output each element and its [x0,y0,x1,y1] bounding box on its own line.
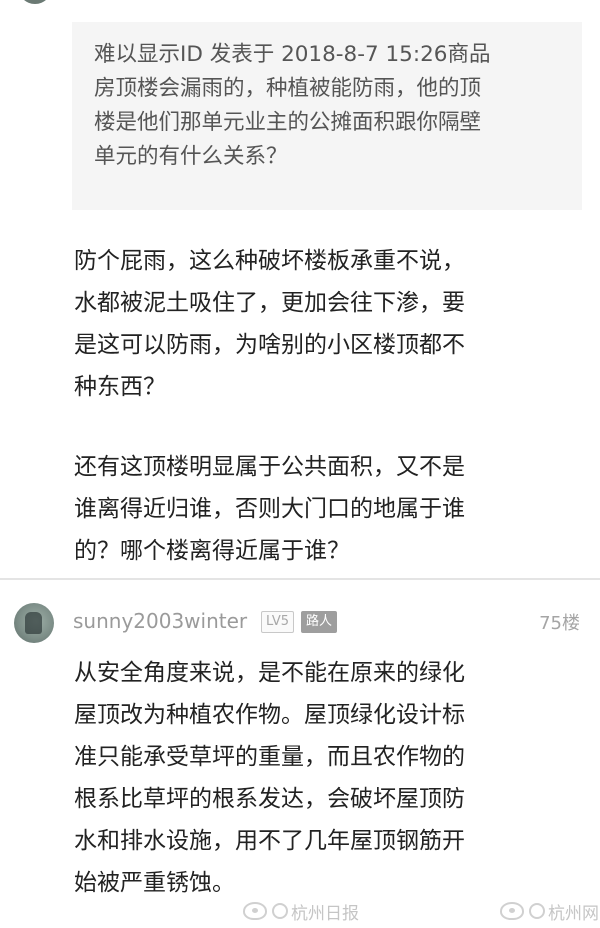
level-badge: LV5 [261,611,294,633]
reply-line: 还有这顶楼明显属于公共面积，又不是 [74,454,465,480]
post-line: 水和排水设施，用不了几年屋顶钢筋开 [74,828,465,854]
post-line: 屋顶改为种植农作物。屋顶绿化设计标 [74,702,465,728]
post-line: 从安全角度来说，是不能在原来的绿化 [74,660,465,686]
quoted-comment: 难以显示ID 发表于 2018-8-7 15:26商品 房顶楼会漏雨的，种植被能… [72,22,582,210]
reply-line: 种东西？ [74,374,166,400]
post-line: 准只能承受草坪的重量，而且农作物的 [74,744,465,770]
watermark-left: 杭州日报 [243,898,359,924]
watermark-text: 杭州日报 [291,903,359,924]
watermark-text: 杭州网 [548,903,599,924]
previous-post-avatar[interactable] [18,0,52,4]
weibo-icon [500,902,524,920]
avatar[interactable] [14,603,54,643]
quote-line: 难以显示ID 发表于 2018-8-7 15:26商品 [94,42,491,67]
avatar-figure [25,612,42,634]
quote-line: 房顶楼会漏雨的，种植被能防雨，他的顶 [94,76,482,101]
reply-line: 谁离得近归谁，否则大门口的地属于谁 [74,496,465,522]
post-line: 根系比草坪的根系发达，会破坏屋顶防 [74,786,465,812]
watermark-right: 杭州网 [500,898,599,924]
reply-line: 防个屁雨，这么种破坏楼板承重不说， [74,248,465,274]
weibo-icon [243,902,267,920]
at-icon [272,903,288,919]
floor-number: 75楼 [539,613,580,634]
at-icon [529,903,545,919]
reply-line: 是这可以防雨，为啥别的小区楼顶都不 [74,332,465,358]
quote-line: 楼是他们那单元业主的公摊面积跟你隔壁 [94,110,482,135]
reply-line: 的？哪个楼离得近属于谁？ [74,538,350,564]
reply-line: 水都被泥土吸住了，更加会往下渗，要 [74,290,465,316]
quote-line: 单元的有什么关系？ [94,144,288,169]
role-badge: 路人 [301,611,338,633]
username[interactable]: sunny2003winter [73,609,247,633]
post-line: 始被严重锈蚀。 [74,870,235,896]
post-divider [0,578,600,580]
